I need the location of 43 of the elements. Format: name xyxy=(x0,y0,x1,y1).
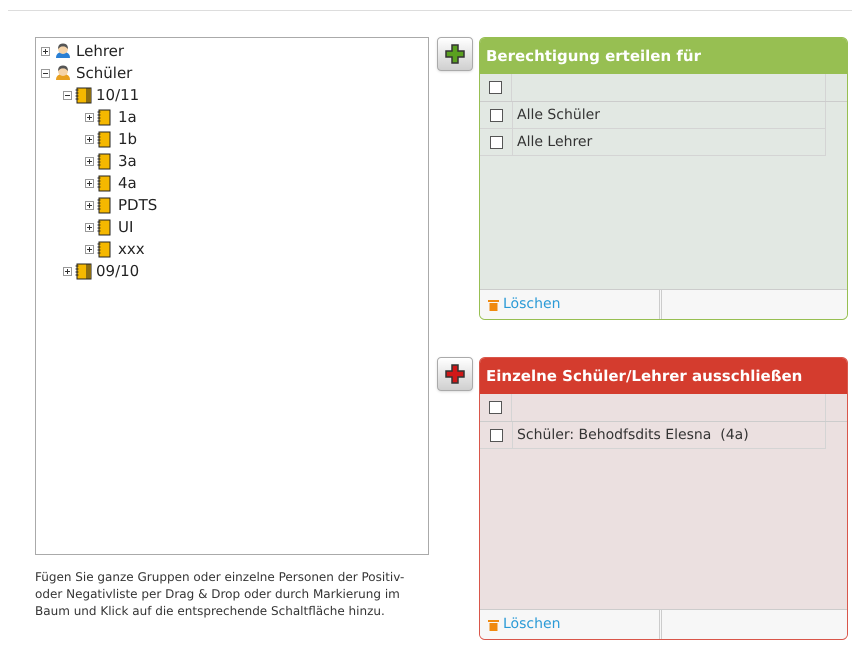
list-item[interactable]: Alle Lehrer xyxy=(517,132,592,152)
checkbox[interactable] xyxy=(490,108,502,122)
add-button[interactable] xyxy=(437,37,473,71)
checkbox[interactable] xyxy=(489,401,502,414)
person-icon xyxy=(53,65,73,81)
tree-item[interactable]: 3a xyxy=(118,154,137,168)
plus-icon xyxy=(444,363,466,385)
notebook-icon xyxy=(75,86,93,104)
panel-title: Einzelne Schüler/Lehrer ausschließen xyxy=(480,358,847,394)
expand-icon[interactable] xyxy=(63,266,72,276)
collapse-icon[interactable] xyxy=(41,68,50,78)
expand-icon[interactable] xyxy=(85,156,94,166)
tree-item[interactable]: PDTS xyxy=(118,198,158,212)
expand-icon[interactable] xyxy=(41,46,50,56)
tree-item[interactable]: 10/11 xyxy=(96,88,140,102)
plus-icon xyxy=(444,43,466,65)
expand-icon[interactable] xyxy=(85,200,94,210)
collapse-icon[interactable] xyxy=(63,90,72,100)
trash-icon xyxy=(488,618,499,630)
expand-icon[interactable] xyxy=(85,222,94,232)
notebook-icon xyxy=(75,262,93,280)
trash-icon xyxy=(488,298,499,310)
tree-item[interactable]: 1b xyxy=(118,132,138,146)
help-text: Fügen Sie ganze Gruppen oder einzelne Personen der Positiv- oder Negativliste per Drag & Drop oder durch Markierung im Baum und Klick auf die entsprechende Schaltfläche hinzu. xyxy=(35,569,406,620)
checkbox[interactable] xyxy=(490,428,502,442)
expand-icon[interactable] xyxy=(85,178,94,188)
tree-item[interactable]: 1a xyxy=(118,110,137,124)
expand-icon[interactable] xyxy=(85,112,94,122)
checkbox[interactable] xyxy=(489,81,502,94)
tree-item[interactable]: UI xyxy=(118,220,134,234)
add-button[interactable] xyxy=(437,357,473,391)
expand-icon[interactable] xyxy=(85,134,94,144)
tree-item[interactable]: Schüler xyxy=(76,66,132,80)
tree-item[interactable]: Lehrer xyxy=(76,44,124,58)
checkbox[interactable] xyxy=(490,136,502,148)
person-icon xyxy=(53,43,73,59)
tree-item[interactable]: 4a xyxy=(118,176,137,190)
tree-item[interactable]: xxx xyxy=(118,242,145,256)
list-item[interactable]: Schüler: Behodfsdits Elesna (4a) xyxy=(517,424,749,446)
expand-icon[interactable] xyxy=(85,244,94,254)
panel-title: Berechtigung erteilen für xyxy=(480,38,847,74)
list-item[interactable]: Alle Schüler xyxy=(517,104,600,126)
tree-item[interactable]: 09/10 xyxy=(96,264,140,278)
